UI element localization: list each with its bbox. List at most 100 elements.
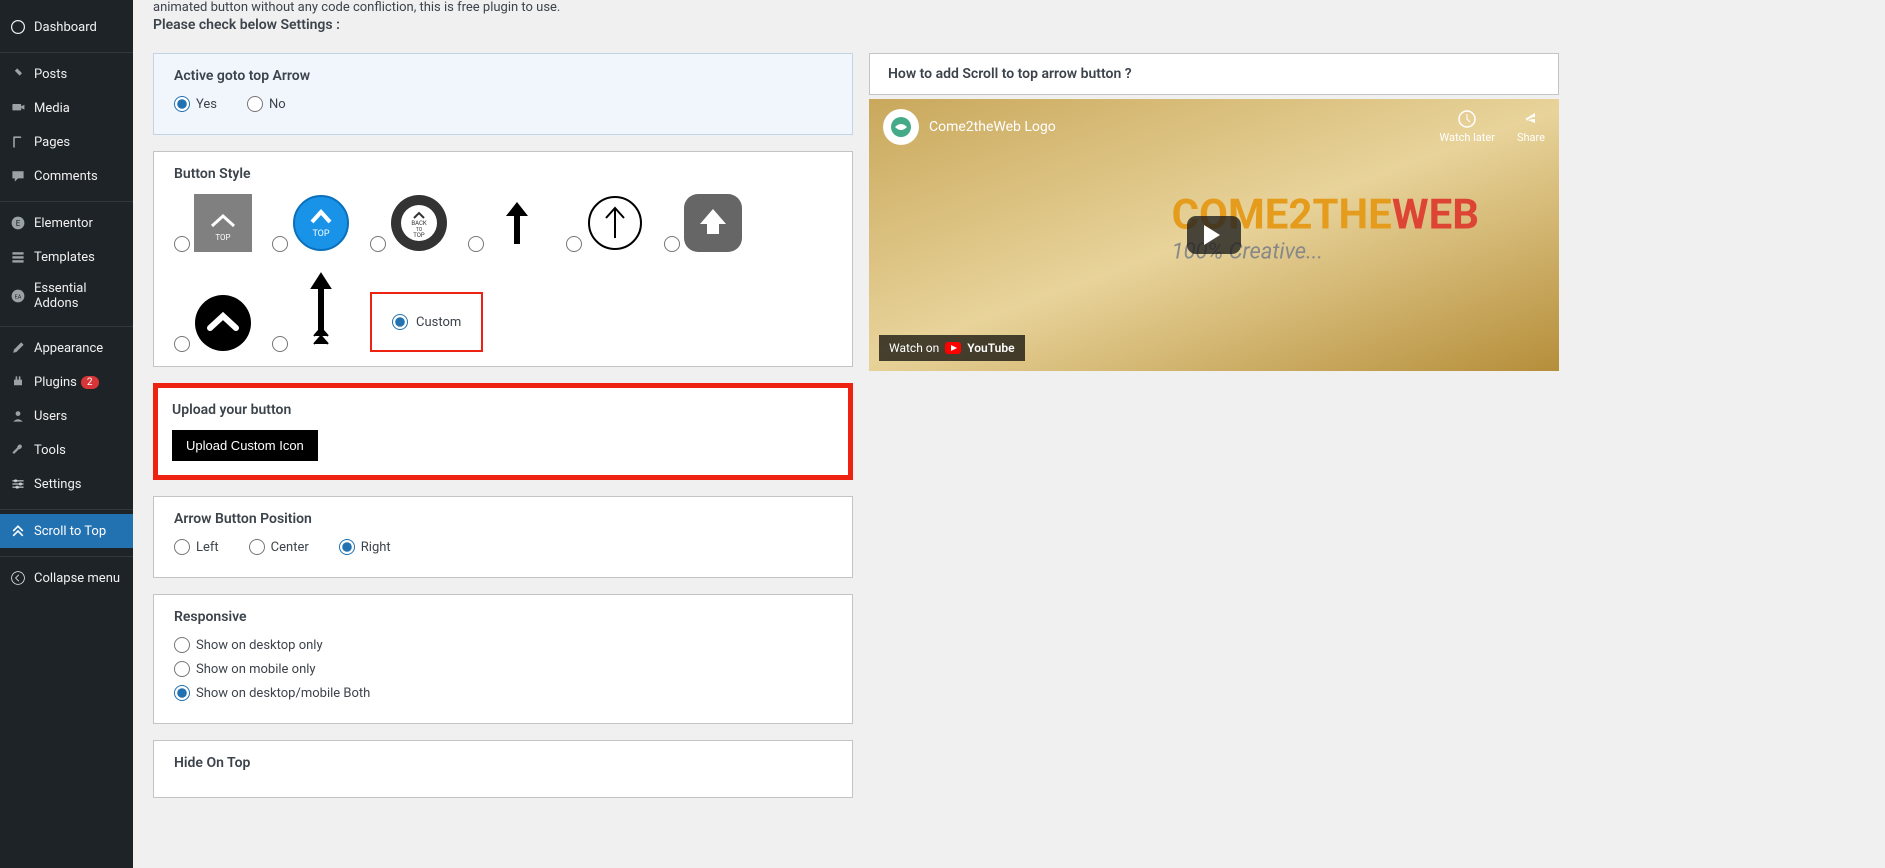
sidebar-label: Users xyxy=(34,409,67,424)
plugin-icon xyxy=(8,372,28,392)
radio-desktop[interactable]: Show on desktop only xyxy=(174,637,832,653)
style-radio-custom[interactable] xyxy=(392,314,408,330)
sidebar-item-users[interactable]: Users xyxy=(0,399,133,433)
radio-yes[interactable]: Yes xyxy=(174,96,217,112)
tools-icon xyxy=(8,440,28,460)
sidebar-item-media[interactable]: Media xyxy=(0,91,133,125)
svg-text:EA: EA xyxy=(15,294,22,300)
radio-mobile-input[interactable] xyxy=(174,661,190,677)
svg-text:TOP: TOP xyxy=(312,229,329,239)
youtube-icon xyxy=(945,342,961,354)
settings-icon xyxy=(8,474,28,494)
radio-right[interactable]: Right xyxy=(339,539,391,555)
plugin-badge: 2 xyxy=(81,376,99,389)
sidebar-label: Collapse menu xyxy=(34,571,120,586)
hide-card: Hide On Top xyxy=(153,740,853,798)
style-radio-3[interactable] xyxy=(370,236,386,252)
sidebar-label: Appearance xyxy=(34,341,103,356)
video-title: Come2theWeb Logo xyxy=(929,119,1056,135)
share-button[interactable]: Share xyxy=(1517,109,1545,145)
radio-yes-input[interactable] xyxy=(174,96,190,112)
comments-icon xyxy=(8,166,28,186)
svg-text:E: E xyxy=(16,219,21,228)
brush-icon xyxy=(8,338,28,358)
radio-center-input[interactable] xyxy=(249,539,265,555)
svg-text:TOP: TOP xyxy=(413,232,425,239)
sidebar-item-scroll-to-top[interactable]: Scroll to Top xyxy=(0,514,133,548)
button-style-card: Button Style TOP TOP BACKTOTOP Custom xyxy=(153,151,853,367)
intro-line: animated button without any code conflic… xyxy=(153,0,1865,15)
main-content: animated button without any code conflic… xyxy=(133,0,1885,868)
sidebar-item-posts[interactable]: Posts xyxy=(0,57,133,91)
radio-no-input[interactable] xyxy=(247,96,263,112)
sidebar-label: Posts xyxy=(34,67,67,82)
admin-sidebar: Dashboard Posts Media Pages Comments E El… xyxy=(0,0,133,868)
radio-no[interactable]: No xyxy=(247,96,286,112)
radio-left[interactable]: Left xyxy=(174,539,219,555)
active-title: Active goto top Arrow xyxy=(174,68,832,84)
sidebar-label: Templates xyxy=(34,250,95,265)
radio-mobile[interactable]: Show on mobile only xyxy=(174,661,832,677)
sidebar-label: Dashboard xyxy=(34,20,97,35)
sidebar-label: Tools xyxy=(34,443,66,458)
sidebar-label: Essential Addons xyxy=(34,281,125,311)
watch-on-youtube[interactable]: Watch on YouTube xyxy=(879,335,1025,361)
style-radio-5[interactable] xyxy=(566,236,582,252)
style-radio-7[interactable] xyxy=(174,336,190,352)
pin-icon xyxy=(8,64,28,84)
media-icon xyxy=(8,98,28,118)
radio-desktop-input[interactable] xyxy=(174,637,190,653)
radio-center[interactable]: Center xyxy=(249,539,309,555)
radio-both[interactable]: Show on desktop/mobile Both xyxy=(174,685,832,701)
sidebar-item-settings[interactable]: Settings xyxy=(0,467,133,501)
style-radio-2[interactable] xyxy=(272,236,288,252)
users-icon xyxy=(8,406,28,426)
position-card: Arrow Button Position Left Center Right xyxy=(153,496,853,578)
scroll-top-icon xyxy=(8,521,28,541)
sidebar-item-dashboard[interactable]: Dashboard xyxy=(0,10,133,44)
sidebar-item-collapse[interactable]: Collapse menu xyxy=(0,561,133,595)
sidebar-item-templates[interactable]: Templates xyxy=(0,240,133,274)
sidebar-item-elementor[interactable]: E Elementor xyxy=(0,206,133,240)
radio-left-input[interactable] xyxy=(174,539,190,555)
responsive-card: Responsive Show on desktop only Show on … xyxy=(153,594,853,724)
youtube-embed[interactable]: Come2theWeb Logo Watch later Share COME2… xyxy=(869,99,1559,371)
sidebar-label: Media xyxy=(34,101,70,116)
active-arrow-card: Active goto top Arrow Yes No xyxy=(153,53,853,135)
play-button-icon[interactable] xyxy=(1187,216,1241,254)
upload-card: Upload your button Upload Custom Icon xyxy=(153,383,853,480)
sidebar-item-appearance[interactable]: Appearance xyxy=(0,331,133,365)
video-panel-title: How to add Scroll to top arrow button ? xyxy=(869,53,1559,95)
style-radio-6[interactable] xyxy=(664,236,680,252)
sidebar-label: Pages xyxy=(34,135,70,150)
watch-later-button[interactable]: Watch later xyxy=(1439,109,1495,145)
radio-right-input[interactable] xyxy=(339,539,355,555)
upload-button[interactable]: Upload Custom Icon xyxy=(172,430,318,461)
style-thumb-6 xyxy=(684,194,742,252)
collapse-icon xyxy=(8,568,28,588)
sidebar-item-tools[interactable]: Tools xyxy=(0,433,133,467)
sidebar-label: Scroll to Top xyxy=(34,524,106,539)
hide-title: Hide On Top xyxy=(174,755,832,771)
radio-both-input[interactable] xyxy=(174,685,190,701)
style-radio-8[interactable] xyxy=(272,336,288,352)
style-thumb-8 xyxy=(292,272,350,352)
sidebar-item-essential-addons[interactable]: EA Essential Addons xyxy=(0,274,133,318)
sidebar-item-comments[interactable]: Comments xyxy=(0,159,133,193)
style-title: Button Style xyxy=(174,166,832,182)
intro-title: Please check below Settings : xyxy=(153,17,1865,33)
sidebar-item-pages[interactable]: Pages xyxy=(0,125,133,159)
style-custom-box[interactable]: Custom xyxy=(370,292,483,352)
style-thumb-1: TOP xyxy=(194,194,252,252)
position-title: Arrow Button Position xyxy=(174,511,832,527)
style-thumb-3: BACKTOTOP xyxy=(390,194,448,252)
style-radio-1[interactable] xyxy=(174,236,190,252)
sidebar-label: Elementor xyxy=(34,216,93,231)
svg-text:BACK: BACK xyxy=(411,220,427,227)
style-thumb-2: TOP xyxy=(292,194,350,252)
svg-text:TOP: TOP xyxy=(215,233,230,242)
channel-logo-icon[interactable] xyxy=(883,109,919,145)
sidebar-item-plugins[interactable]: Plugins2 xyxy=(0,365,133,399)
responsive-title: Responsive xyxy=(174,609,832,625)
style-radio-4[interactable] xyxy=(468,236,484,252)
